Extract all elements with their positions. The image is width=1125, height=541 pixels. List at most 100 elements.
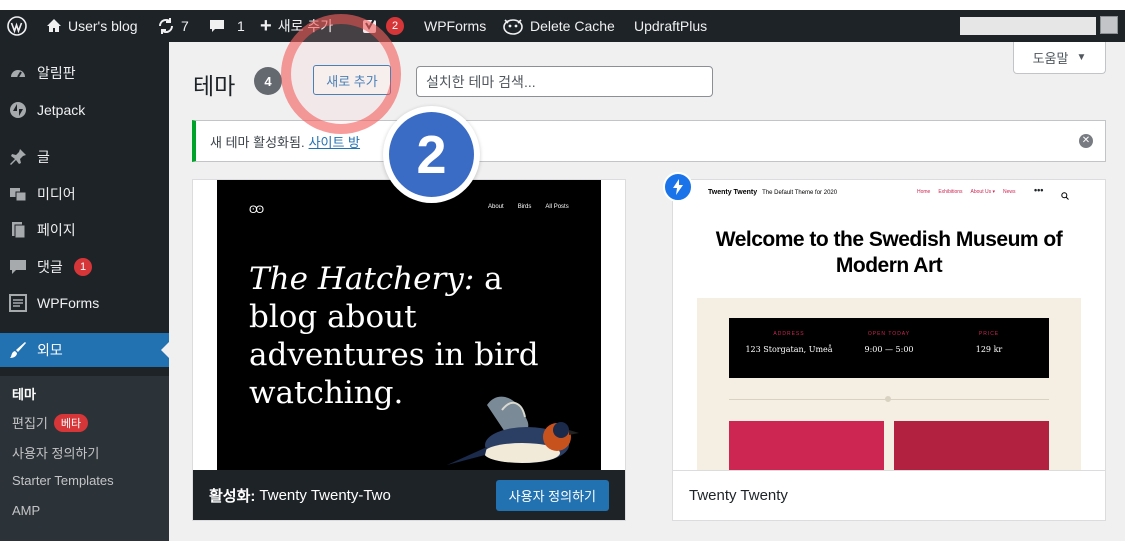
customize-button[interactable]: 사용자 정의하기 [495,480,609,511]
admin-sidebar: 알림판 Jetpack 글 미디어 페이지 댓글 1 WPForms 외모 테마… [0,42,169,541]
sidebar-item-label: Jetpack [37,102,86,118]
step-number: 2 [389,112,474,197]
sidebar-item-label: 글 [37,149,50,165]
beta-badge: 베타 [53,413,89,432]
updates-link[interactable]: 7 [157,10,189,42]
help-label: 도움말 [1032,51,1069,66]
active-theme-footer: 활성화: Twenty Twenty-Two 사용자 정의하기 [193,470,625,520]
visit-site-link[interactable]: 사이트 방 [309,132,360,151]
submenu-amp-label: AMP [12,503,41,518]
submenu-editor[interactable]: 편집기 베타 [12,413,89,432]
submenu-themes-label: 테마 [12,387,36,402]
updraftplus-label: UpdraftPlus [634,18,708,34]
comments-badge: 1 [74,258,92,276]
user-name-redacted[interactable] [960,17,1096,35]
sidebar-item-label: 댓글 [37,259,63,275]
submenu-themes[interactable]: 테마 [12,384,36,403]
submenu-starter-templates[interactable]: Starter Templates [12,473,114,488]
site-name-label: User's blog [68,18,138,34]
submenu-customize[interactable]: 사용자 정의하기 [12,443,99,462]
info-column: OPEN TODAY 9:00 — 5:00 [839,331,939,354]
preview-nav: About Birds All Posts [488,204,569,210]
preview-image-block [729,421,884,470]
updraftplus-link[interactable]: UpdraftPlus [634,10,707,42]
sidebar-item-label: 페이지 [37,222,76,238]
sidebar-item-label: 외모 [37,342,63,358]
sidebar-item-label: 미디어 [37,186,76,202]
submenu-editor-label: 편집기 [12,416,48,431]
theme-name: Twenty Twenty [689,487,788,504]
wpforms-label: WPForms [424,18,487,34]
sidebar-item-pages[interactable]: 페이지 [0,213,169,247]
preview-image-block [894,421,1049,470]
page-title: 테마 [193,73,236,99]
caret-down-icon: ▼ [1076,52,1087,63]
sidebar-item-wpforms[interactable]: WPForms [0,286,169,320]
submenu-customize-label: 사용자 정의하기 [12,446,100,461]
brush-icon [9,341,27,359]
submenu-amp[interactable]: AMP [12,503,40,518]
theme-name: Twenty Twenty-Two [259,486,391,504]
preview-brand-name: Twenty Twenty [708,189,758,196]
sidebar-item-posts[interactable]: 글 [0,140,169,174]
info-column: ADDRESS 123 Storgatan, Umeå [739,331,839,354]
sidebar-item-label: 알림판 [37,65,76,81]
notice-text: 새 테마 활성화됨. [210,134,305,150]
sidebar-item-comments[interactable]: 댓글 1 [0,250,169,284]
theme-count-badge: 4 [254,67,282,95]
comment-icon [9,258,27,276]
preview-title: Welcome to the Swedish Museum of Modern … [715,228,1063,277]
screen-top-border [0,0,1125,10]
preview-info-bar: ADDRESS 123 Storgatan, Umeå OPEN TODAY 9:0… [729,318,1049,378]
preview-header: Twenty Twenty The Default Theme for 2020 … [697,180,1081,298]
theme-search-input[interactable]: 설치한 테마 검색... [416,66,713,97]
theme-card-twenty-twenty-two[interactable]: ʘʘ About Birds All Posts The Hatchery: a… [192,179,626,521]
submenu-starter-label: Starter Templates [12,473,114,488]
menu-dots-icon: ••• [1034,185,1044,195]
preview-nav-item: Home [917,189,931,195]
theme-card-twenty-twenty[interactable]: Twenty Twenty The Default Theme for 2020 … [663,172,1106,521]
step-number-badge: 2 [383,106,480,203]
refresh-icon [157,17,175,35]
preview-nav-item: Birds [517,204,532,210]
dismiss-notice-icon[interactable]: ✕ [1079,134,1093,148]
media-icon [9,185,27,203]
sidebar-item-dashboard[interactable]: 알림판 [0,56,169,90]
preview-tagline: The Default Theme for 2020 [762,190,838,196]
wordpress-logo-icon[interactable] [7,10,27,42]
delete-cache-link[interactable]: Delete Cache [502,10,615,42]
sidebar-item-appearance[interactable]: 외모 [0,333,169,367]
amp-bolt-icon [663,172,693,202]
wpforms-link[interactable]: WPForms [424,10,486,42]
current-menu-arrow [161,342,169,358]
search-icon [1061,187,1069,205]
divider-dot [885,396,891,402]
avatar[interactable] [1100,16,1118,34]
theme-footer: Twenty Twenty [673,470,1105,520]
info-label: ADDRESS [773,331,805,337]
info-value: 9:00 — 5:00 [864,345,914,354]
help-tab-button[interactable]: 도움말 ▼ [1013,42,1106,74]
preview-heading-italic: The Hatchery: [249,261,475,297]
site-name-link[interactable]: User's blog [46,10,138,42]
sidebar-item-media[interactable]: 미디어 [0,177,169,211]
home-icon [46,18,62,34]
plus-icon: + [260,14,272,37]
theme-screenshot: ʘʘ About Birds All Posts The Hatchery: a… [217,180,601,470]
preview-nav-item: Exhibitions [938,189,963,195]
info-value: 123 Storgatan, Umeå [745,345,833,354]
preview-brand: Twenty Twenty The Default Theme for 2020 [708,189,837,196]
yoast-count-badge: 2 [386,17,404,35]
swallow-bird-illustration [447,396,579,465]
preview-nav-item: News [1003,189,1016,195]
preview-nav: Home Exhibitions About Us ▾ News [917,189,1016,195]
highlight-circle [281,14,401,134]
delete-cache-label: Delete Cache [530,18,615,34]
jetpack-icon [9,101,27,119]
active-label: 활성화: [209,487,256,505]
sidebar-item-jetpack[interactable]: Jetpack [0,93,169,127]
comments-link[interactable]: 1 [209,10,245,42]
info-column: PRICE 129 kr [939,331,1039,354]
admin-bar: User's blog 7 1 + 새로 추가 2 WPForms Delete… [0,10,1125,42]
preview-nav-item: About Us ▾ [970,189,995,195]
